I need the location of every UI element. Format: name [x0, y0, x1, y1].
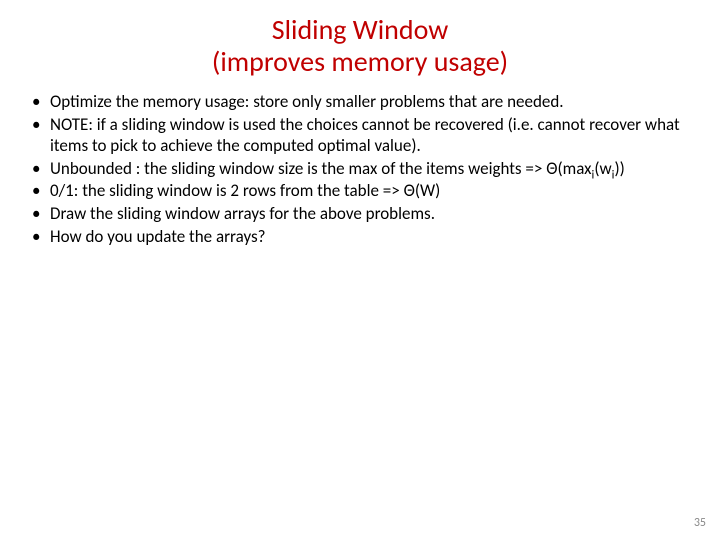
bullet-text: Draw the sliding window arrays for the a…	[50, 203, 435, 224]
bullet-item: NOTE: if a sliding window is used the ch…	[28, 115, 692, 156]
title-line-2: (improves memory usage)	[212, 44, 508, 79]
bullet-text: How do you update the arrays?	[50, 226, 266, 247]
bullet-text: Optimize the memory usage: store only sm…	[50, 91, 564, 112]
bullet-item: Draw the sliding window arrays for the a…	[28, 204, 692, 225]
bullet-item: Unbounded : the sliding window size is t…	[28, 159, 692, 180]
bullet-text-pre: Unbounded : the sliding window size is t…	[50, 158, 592, 179]
slide-body: Optimize the memory usage: store only sm…	[0, 84, 720, 247]
slide: Sliding Window (improves memory usage) O…	[0, 0, 720, 540]
bullet-list: Optimize the memory usage: store only sm…	[28, 92, 692, 247]
bullet-text-post: ))	[614, 158, 624, 179]
bullet-text: NOTE: if a sliding window is used the ch…	[50, 114, 680, 156]
bullet-text-mid: (w	[594, 158, 611, 179]
bullet-text: 0/1: the sliding window is 2 rows from t…	[50, 180, 440, 201]
bullet-item: How do you update the arrays?	[28, 227, 692, 248]
page-number: 35	[694, 516, 706, 530]
slide-title: Sliding Window (improves memory usage)	[0, 0, 720, 84]
title-line-1: Sliding Window	[272, 12, 449, 47]
bullet-item: Optimize the memory usage: store only sm…	[28, 92, 692, 113]
bullet-item: 0/1: the sliding window is 2 rows from t…	[28, 181, 692, 202]
